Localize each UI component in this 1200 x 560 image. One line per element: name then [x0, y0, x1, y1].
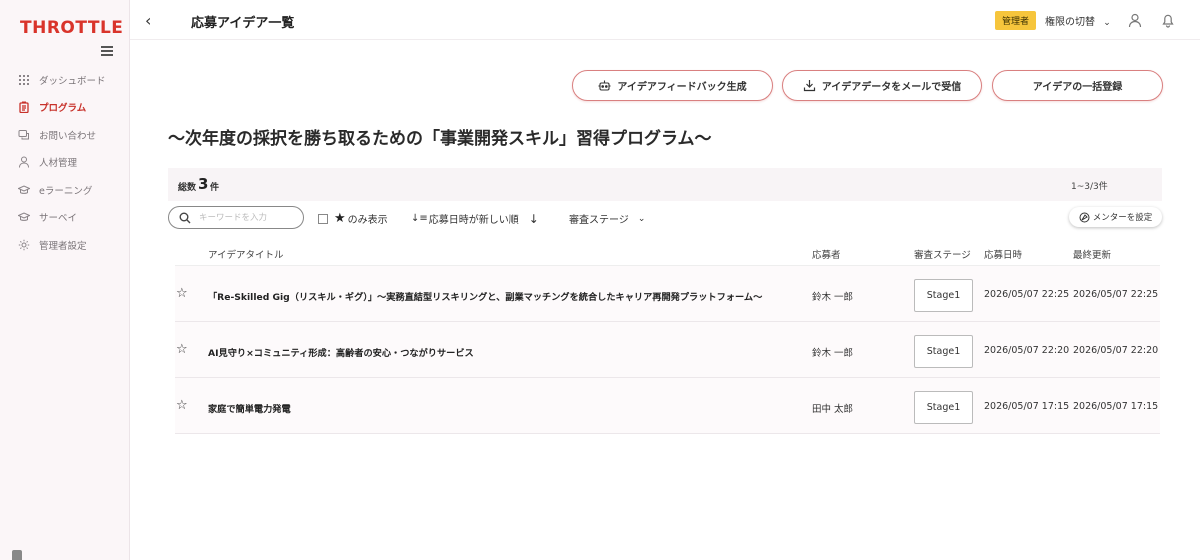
star-filled-icon: ★ [334, 211, 346, 226]
updated-datetime: 2026/05/07 22:25 [1073, 289, 1159, 300]
starred-only-filter[interactable]: ★ のみ表示 [318, 211, 388, 226]
sort-dropdown[interactable]: ↓≡ 応募日時が新しい順 ↓ [411, 211, 539, 227]
col-header-title: アイデアタイトル [208, 250, 284, 261]
person-icon [19, 156, 29, 168]
back-chevron-icon[interactable]: ‹ [145, 11, 151, 30]
set-mentor-button[interactable]: メンターを設定 [1069, 207, 1162, 227]
count-label: 総数 [178, 183, 197, 193]
applied-datetime: 2026/05/07 22:25 [984, 289, 1070, 300]
review-stage-filter-label: 審査ステージ [569, 215, 629, 226]
sidebar-item-label: ダッシュボード [39, 75, 106, 87]
page-title: 応募アイデア一覧 [191, 16, 295, 31]
sort-direction-arrow-icon[interactable]: ↓ [529, 212, 539, 226]
sidebar-item-talent[interactable]: 人材管理 [0, 149, 130, 177]
starred-only-checkbox[interactable] [318, 213, 328, 224]
table-row[interactable]: ☆ 家庭で簡単電力発電 田中 太郎 Stage1 2026/05/07 17:1… [175, 378, 1160, 434]
sidebar-item-inquiry[interactable]: お問い合わせ [0, 121, 130, 149]
bell-icon[interactable] [1160, 12, 1176, 28]
stage-button[interactable]: Stage1 [914, 335, 973, 368]
sort-label: 応募日時が新しい順 [428, 215, 519, 226]
role-switch-label: 権限の切替 [1045, 17, 1095, 28]
star-outline-icon[interactable]: ☆ [176, 287, 188, 300]
count-value: 3 [198, 175, 209, 193]
sidebar-item-program[interactable]: プログラム [0, 94, 130, 122]
sidebar-nav: ダッシュボード プログラム お問い合わせ 人材管理 eラーニング サーベイ 管理… [0, 66, 130, 259]
robot-icon [598, 80, 611, 91]
chevron-down-icon: ⌄ [1103, 18, 1111, 28]
sidebar-item-label: お問い合わせ [39, 130, 97, 142]
search-icon [179, 212, 191, 224]
bulk-register-label: アイデアの一括登録 [1032, 82, 1123, 93]
top-header: ‹ 応募アイデア一覧 管理者 権限の切替 ⌄ [130, 0, 1200, 40]
grid-icon [19, 74, 29, 85]
mentor-icon [1079, 212, 1090, 222]
summary-bar: 総数 3 件 1~3/3件 [168, 168, 1162, 201]
col-header-applicant: 応募者 [812, 250, 841, 261]
email-idea-data-button[interactable]: アイデアデータをメールで受信 [782, 70, 982, 101]
sidebar-item-label: プログラム [39, 103, 87, 115]
applied-datetime: 2026/05/07 22:20 [984, 345, 1070, 356]
table-row[interactable]: ☆ 「Re-Skilled Gig（リスキル・ギグ）」〜実務直結型リスキリングと… [175, 266, 1160, 322]
sidebar-item-label: 人材管理 [39, 158, 78, 170]
pagination-range: 1~3/3件 [1071, 182, 1108, 192]
search-box [168, 206, 304, 229]
starred-only-label: のみ表示 [347, 215, 388, 226]
throttle-logo[interactable]: THROTTLE [20, 18, 123, 38]
updated-datetime: 2026/05/07 17:15 [1073, 401, 1159, 412]
col-header-updated: 最終更新 [1073, 250, 1112, 261]
table-row[interactable]: ☆ AI見守り×コミュニティ形成：高齢者の安心・つながりサービス 鈴木 一郎 S… [175, 322, 1160, 378]
star-outline-icon[interactable]: ☆ [176, 343, 188, 356]
search-input[interactable] [199, 211, 299, 225]
stage-button[interactable]: Stage1 [914, 279, 973, 312]
user-icon[interactable] [1127, 12, 1143, 28]
sidebar-item-label: 管理者設定 [39, 240, 87, 252]
bulk-register-button[interactable]: アイデアの一括登録 [992, 70, 1163, 101]
count-unit: 件 [210, 183, 220, 193]
review-stage-filter[interactable]: 審査ステージ ⌄ [569, 211, 646, 227]
applied-datetime: 2026/05/07 17:15 [984, 401, 1070, 412]
applicant-name: 鈴木 一郎 [812, 292, 854, 303]
applicant-name: 鈴木 一郎 [812, 348, 854, 359]
program-title: 〜次年度の採択を勝ち取るための「事業開発スキル」習得プログラム〜 [168, 129, 712, 149]
col-header-applied: 応募日時 [984, 250, 1023, 261]
col-header-stage: 審査ステージ [914, 250, 971, 261]
sidebar-item-dashboard[interactable]: ダッシュボード [0, 66, 130, 94]
chevron-down-icon: ⌄ [637, 213, 646, 224]
generate-feedback-label: アイデアフィードバック生成 [617, 82, 747, 93]
sidebar-item-admin-settings[interactable]: 管理者設定 [0, 231, 130, 259]
email-idea-data-label: アイデアデータをメールで受信 [821, 82, 962, 93]
stage-button[interactable]: Stage1 [914, 391, 973, 424]
sidebar-item-label: eラーニング [39, 185, 93, 197]
clipboard-icon [19, 101, 29, 114]
role-switch-dropdown[interactable]: 権限の切替 ⌄ [1045, 13, 1111, 28]
download-icon [803, 80, 815, 92]
idea-title[interactable]: 家庭で簡単電力発電 [208, 401, 291, 415]
help-icon[interactable] [12, 550, 22, 560]
set-mentor-label: メンターを設定 [1092, 213, 1153, 223]
generate-feedback-button[interactable]: アイデアフィードバック生成 [572, 70, 773, 101]
cap-icon [18, 212, 30, 222]
sidebar-item-survey[interactable]: サーベイ [0, 204, 130, 232]
sidebar-item-elearning[interactable]: eラーニング [0, 176, 130, 204]
sidebar-item-label: サーベイ [39, 213, 78, 225]
idea-title[interactable]: 「Re-Skilled Gig（リスキル・ギグ）」〜実務直結型リスキリングと、副… [208, 289, 762, 303]
table-header: アイデアタイトル 応募者 審査ステージ 応募日時 最終更新 [175, 240, 1160, 266]
role-badge: 管理者 [995, 11, 1037, 30]
gear-icon [18, 239, 30, 250]
menu-toggle-icon[interactable] [101, 46, 113, 56]
updated-datetime: 2026/05/07 22:20 [1073, 345, 1159, 356]
graduation-cap-icon [18, 185, 30, 194]
chat-icon [18, 129, 29, 140]
sidebar: THROTTLE ダッシュボード プログラム お問い合わせ 人材管理 eラーニン… [0, 0, 130, 560]
star-outline-icon[interactable]: ☆ [176, 399, 188, 412]
sort-lines-icon: ↓≡ [411, 213, 428, 224]
idea-title[interactable]: AI見守り×コミュニティ形成：高齢者の安心・つながりサービス [208, 345, 474, 359]
ideas-table: アイデアタイトル 応募者 審査ステージ 応募日時 最終更新 ☆ 「Re-Skil… [175, 240, 1160, 434]
applicant-name: 田中 太郎 [812, 404, 854, 415]
